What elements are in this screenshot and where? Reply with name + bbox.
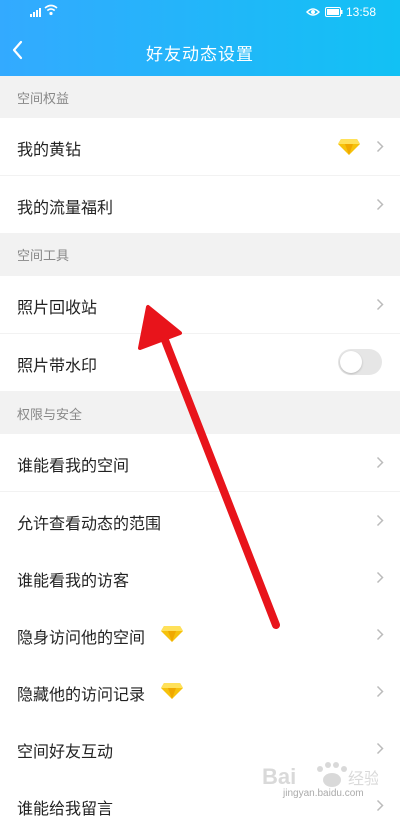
chevron-right-icon [376, 456, 384, 469]
toggle-knob [340, 351, 362, 373]
section-title: 空间权益 [17, 92, 70, 107]
battery-icon [325, 7, 343, 17]
chevron-right-icon [376, 198, 384, 211]
row-label: 我的黄钻 [17, 140, 82, 159]
row-label: 我的流量福利 [17, 198, 114, 217]
row-label: 谁能给我留言 [17, 799, 114, 816]
chevron-right-icon [376, 140, 384, 153]
chevron-right-icon [376, 298, 384, 311]
row-label: 隐藏他的访问记录 [17, 685, 146, 704]
settings-row-photo-watermark: 照片带水印 [0, 334, 400, 391]
chevron-right-icon [376, 685, 384, 698]
row-label: 空间好友互动 [17, 742, 114, 761]
diamond-icon [338, 139, 360, 155]
watermark-text: jingyan.baidu.com [283, 788, 364, 799]
settings-row-who-can-view-space[interactable]: 谁能看我的空间 [0, 434, 400, 491]
settings-row-hide-visit-record[interactable]: 隐藏他的访问记录 [0, 663, 400, 720]
settings-row-photo-recycle-bin[interactable]: 照片回收站 [0, 276, 400, 333]
chevron-right-icon [376, 628, 384, 641]
eye-icon [306, 8, 320, 16]
row-label: 谁能看我的访客 [17, 571, 130, 590]
status-time: 13:58 [346, 5, 377, 19]
row-label: 隐身访问他的空间 [17, 628, 146, 647]
diamond-icon [161, 683, 183, 699]
chevron-right-icon [376, 742, 384, 755]
row-label: 允许查看动态的范围 [17, 514, 162, 533]
settings-row-who-can-view-visitors[interactable]: 谁能看我的访客 [0, 549, 400, 606]
settings-row-invisible-visit[interactable]: 隐身访问他的空间 [0, 606, 400, 663]
watermark-toggle[interactable] [338, 349, 382, 375]
section-title: 空间工具 [17, 249, 70, 264]
section-header-privacy-security: 权限与安全 [0, 392, 400, 434]
chevron-right-icon [376, 514, 384, 527]
section-header-space-benefits: 空间权益 [0, 76, 400, 118]
settings-row-feed-visibility-range[interactable]: 允许查看动态的范围 [0, 492, 400, 549]
svg-text:经验: 经验 [348, 769, 378, 788]
section-header-space-tools: 空间工具 [0, 233, 400, 275]
wifi-icon [44, 4, 58, 16]
page-title: 好友动态设置 [146, 45, 254, 65]
settings-row-yellow-diamond[interactable]: 我的黄钻 [0, 118, 400, 175]
chevron-right-icon [376, 571, 384, 584]
svg-text:Bai: Bai [262, 764, 296, 789]
row-label: 照片回收站 [17, 298, 98, 317]
signal-icon [30, 8, 41, 17]
settings-row-data-benefits[interactable]: 我的流量福利 [0, 176, 400, 233]
row-label: 谁能看我的空间 [17, 456, 130, 475]
row-label: 照片带水印 [17, 356, 98, 375]
app-header: 13:58 好友动态设置 [0, 0, 400, 76]
status-bar: 13:58 [0, 0, 400, 26]
section-title: 权限与安全 [17, 408, 83, 423]
diamond-icon [161, 626, 183, 642]
